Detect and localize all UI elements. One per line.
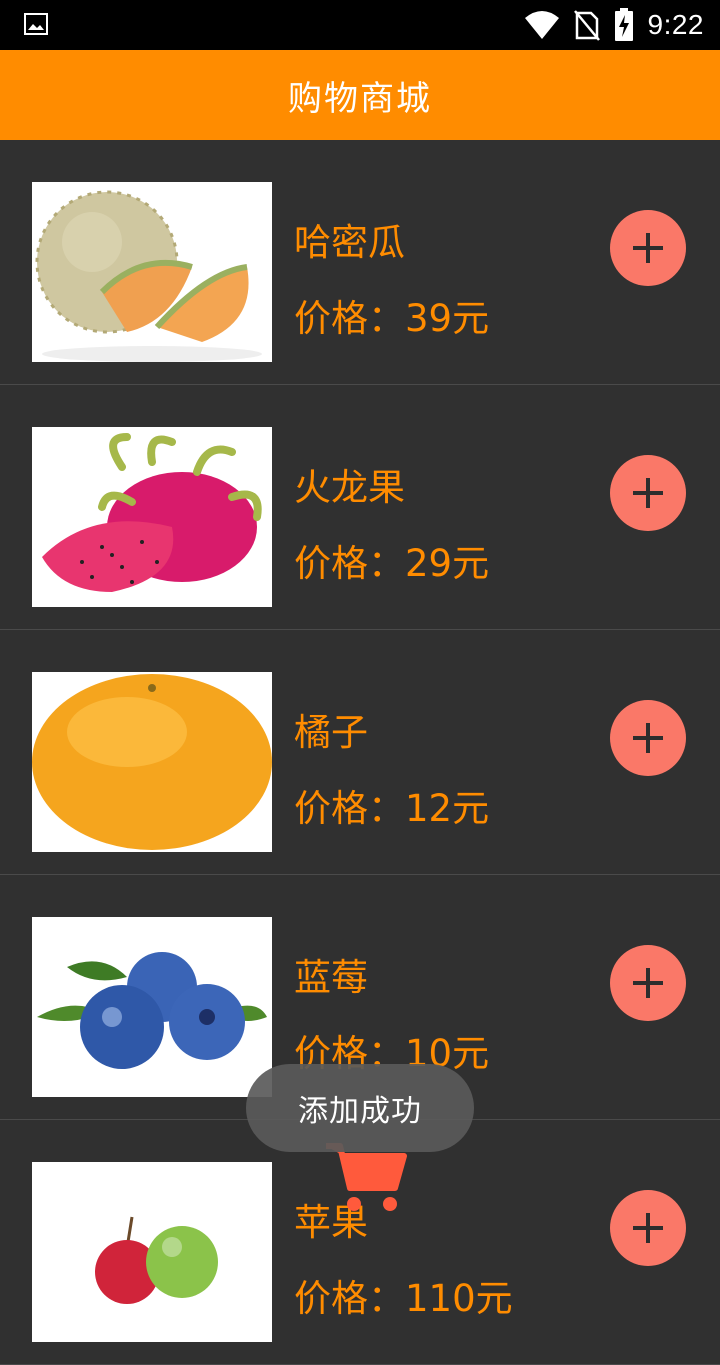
product-price: 价格：110元 [294,1277,513,1320]
no-sim-icon [573,10,600,41]
plus-icon [633,968,663,998]
app-bar: 购物商城 [0,50,720,140]
product-price: 价格：29元 [294,542,490,585]
list-item[interactable]: 哈密瓜 价格：39元 [0,140,720,385]
add-to-cart-button[interactable] [610,700,686,776]
plus-icon [633,1213,663,1243]
list-item[interactable]: 火龙果 价格：29元 [0,385,720,630]
cantaloupe-image [32,182,272,362]
battery-charging-icon [614,8,633,41]
toast-text: 添加成功 [298,1094,422,1129]
plus-icon [633,723,663,753]
blueberry-image [32,917,272,1097]
product-name: 哈密瓜 [294,221,405,264]
product-name: 火龙果 [294,466,405,509]
product-name: 橘子 [294,711,368,754]
add-to-cart-button[interactable] [610,945,686,1021]
list-item[interactable]: 橘子 价格：12元 [0,630,720,875]
plus-icon [633,233,663,263]
apple-image [32,1162,272,1342]
gallery-icon [24,13,48,35]
product-price: 价格：39元 [294,297,490,340]
orange-image [32,672,272,852]
status-bar: 9:22 [0,0,720,50]
add-to-cart-button[interactable] [610,455,686,531]
product-price: 价格：12元 [294,787,490,830]
product-name: 蓝莓 [294,956,368,999]
clock: 9:22 [647,9,704,40]
add-to-cart-button[interactable] [610,210,686,286]
dragon-fruit-image [32,427,272,607]
wifi-icon [524,11,559,39]
plus-icon [633,478,663,508]
page-title: 购物商城 [288,78,432,119]
add-to-cart-button[interactable] [610,1190,686,1266]
toast-message: 添加成功 [246,1064,474,1152]
